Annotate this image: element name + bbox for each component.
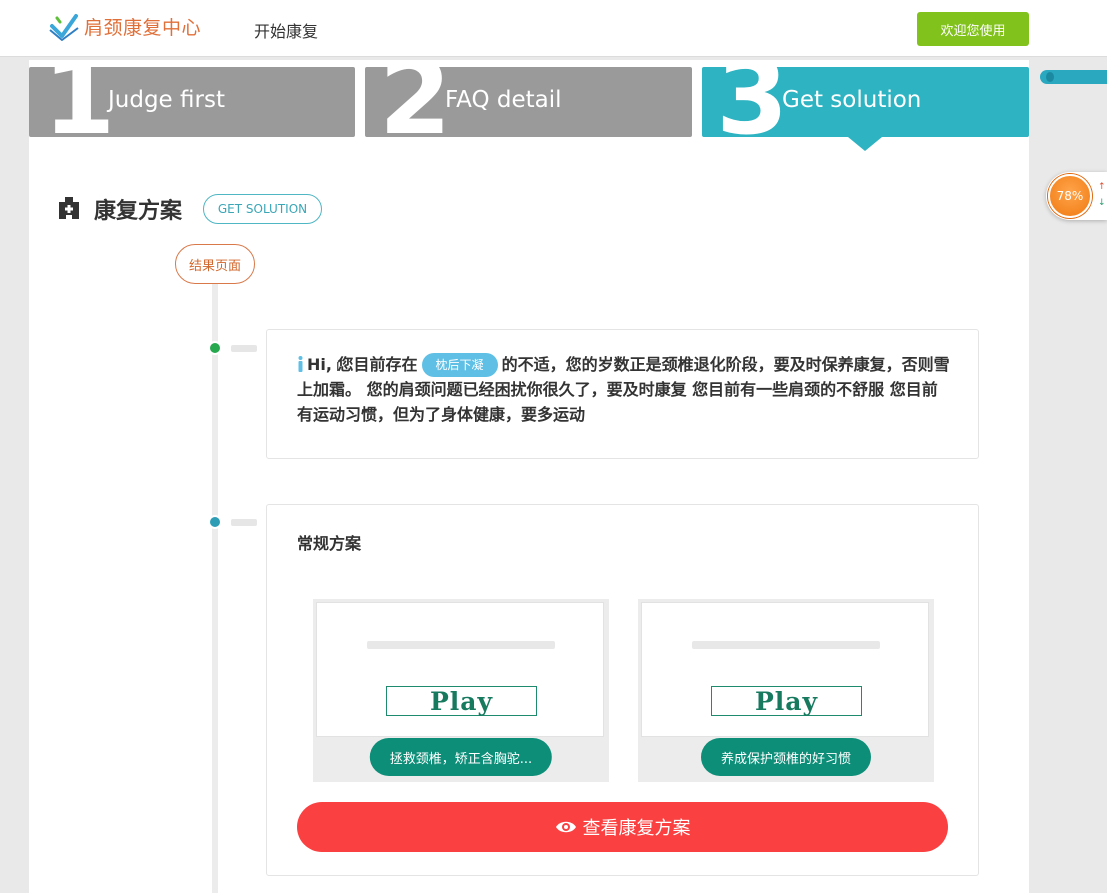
step-label: FAQ detail	[445, 87, 562, 113]
greeting-text: Hi,	[307, 355, 332, 374]
symptom-tag[interactable]: 枕后下凝	[421, 353, 498, 377]
view-plan-button[interactable]: 查看康复方案	[297, 802, 948, 852]
progress-widget[interactable]: 78% ↑ ↓	[1046, 172, 1107, 220]
timeline-dot	[208, 341, 222, 355]
step-number: 3	[716, 67, 789, 137]
video-title-bar	[692, 641, 880, 649]
diagnosis-message: Hi, 您目前存在 枕后下凝 的不适，您的岁数正是颈椎退化阶段，要及时保养康复，否则…	[297, 352, 953, 427]
step-number: 1	[43, 67, 116, 137]
video-screen: Play	[641, 602, 929, 737]
video-title-bar	[367, 641, 555, 649]
video-screen: Play	[316, 602, 604, 737]
section-title: 康复方案	[94, 199, 183, 224]
active-step-pointer	[848, 137, 882, 151]
hospital-icon	[59, 197, 79, 219]
eye-icon	[555, 821, 576, 833]
get-solution-badge: GET SOLUTION	[203, 194, 322, 224]
arrow-up-icon: ↑	[1098, 182, 1106, 192]
timeline-dot	[208, 515, 222, 529]
step-number: 2	[379, 67, 452, 137]
logo[interactable]: 肩颈康复中心	[48, 10, 201, 42]
side-scroll-strip[interactable]	[1040, 70, 1107, 84]
video-card[interactable]: Play 拯救颈椎，矫正含胸驼...	[313, 599, 609, 782]
person-icon	[298, 356, 303, 372]
video-card[interactable]: Play 养成保护颈椎的好习惯	[638, 599, 934, 782]
brand-name: 肩颈康复中心	[84, 16, 202, 39]
diagnosis-message-card: Hi, 您目前存在 枕后下凝 的不适，您的岁数正是颈椎退化阶段，要及时保养康复，否则…	[266, 329, 979, 459]
timeline-connector	[231, 345, 257, 352]
arrow-down-icon: ↓	[1098, 198, 1106, 208]
plan-card: 常规方案 Play 拯救颈椎，矫正含胸驼... Play 养成保护颈椎的好习惯 …	[266, 504, 979, 876]
progress-percent: 78%	[1048, 174, 1092, 218]
nav-start-recovery[interactable]: 开始康复	[254, 18, 318, 42]
step-faq-detail[interactable]: 2 FAQ detail	[365, 67, 692, 137]
view-plan-label: 查看康复方案	[582, 818, 691, 839]
step-get-solution[interactable]: 3 Get solution	[702, 67, 1029, 151]
video-caption[interactable]: 拯救颈椎，矫正含胸驼...	[369, 738, 553, 776]
message-text-before: 您目前存在	[337, 355, 418, 374]
step-label: Judge first	[108, 87, 225, 113]
play-button[interactable]: Play	[386, 686, 537, 716]
text-cursor-icon: I	[336, 360, 340, 374]
timeline-line	[212, 284, 218, 893]
top-bar: 肩颈康复中心 开始康复 欢迎您使用	[0, 0, 1107, 57]
timeline-connector	[231, 519, 257, 526]
step-judge-first[interactable]: 1 Judge first	[29, 67, 355, 137]
video-caption[interactable]: 养成保护颈椎的好习惯	[700, 738, 872, 776]
result-page-badge: 结果页面	[175, 244, 255, 284]
checkmark-logo-icon	[49, 14, 79, 41]
play-button[interactable]: Play	[711, 686, 862, 716]
step-label: Get solution	[782, 87, 922, 113]
welcome-button[interactable]: 欢迎您使用	[917, 12, 1029, 46]
plan-title: 常规方案	[297, 534, 362, 553]
